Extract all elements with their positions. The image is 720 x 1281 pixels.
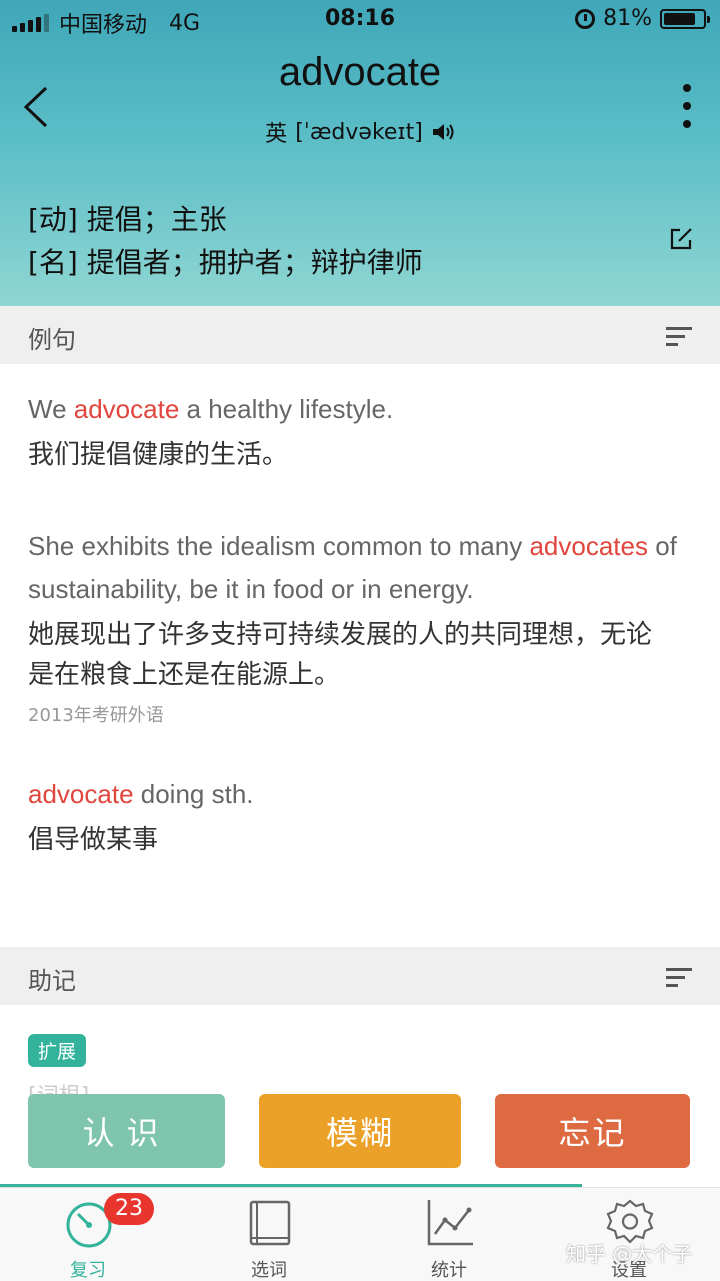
fuzzy-button[interactable]: 模糊 [259, 1094, 461, 1168]
phonetic-region: 英 [265, 122, 288, 147]
extension-tag[interactable]: 扩展 [28, 1034, 87, 1067]
more-dot [683, 120, 691, 128]
phonetic-text: [ˈædvəkeɪt] [295, 119, 423, 145]
review-count-badge: 23 [104, 1193, 154, 1225]
definition-verb: [动] 提倡；主张 [28, 203, 227, 236]
book-icon [249, 1200, 291, 1246]
example-item: We advocate a healthy lifestyle. 我们提倡健康的… [28, 388, 692, 475]
know-button[interactable]: 认识 [28, 1094, 225, 1168]
example-item: She exhibits the idealism common to many… [28, 525, 692, 727]
tab-stats[interactable]: 统计 [389, 1188, 509, 1281]
example-text: doing sth. [133, 779, 254, 809]
tab-label: 统计 [431, 1260, 467, 1281]
stats-chart-icon [427, 1200, 473, 1246]
word-title: advocate [278, 50, 442, 94]
examples-section-header: 例句 [0, 306, 720, 364]
battery-icon [660, 8, 710, 29]
example-english: We advocate a healthy lifestyle. [28, 388, 692, 431]
tab-settings[interactable]: 设置 [569, 1188, 689, 1281]
battery-fill [664, 12, 695, 25]
word-header: 中国移动 4G 08:16 81% advocate 英 [ˈædvəkeɪt]… [0, 0, 720, 306]
mnemonic-section-header: 助记 [0, 947, 720, 1005]
tab-label: 复习 [70, 1260, 106, 1281]
tab-label: 选词 [251, 1260, 287, 1281]
status-right: 81% [575, 6, 710, 31]
forget-button[interactable]: 忘记 [495, 1094, 690, 1168]
example-highlight: advocates [529, 531, 648, 561]
sort-icon[interactable] [666, 326, 692, 346]
example-text: She exhibits the idealism common to many [28, 531, 530, 561]
phonetic-row: 英 [ˈædvəkeɪt] [0, 116, 720, 148]
alarm-icon [575, 8, 596, 29]
edit-icon[interactable] [668, 226, 694, 252]
example-item: advocate doing sth. 倡导做某事 [28, 773, 692, 860]
tab-select-words[interactable]: 选词 [209, 1188, 329, 1281]
more-vertical-icon [683, 84, 691, 92]
example-text: a healthy lifestyle. [179, 394, 394, 424]
more-dot [683, 102, 691, 110]
sort-icon[interactable] [666, 967, 692, 987]
definition-noun: [名] 提倡者；拥护者；辩护律师 [28, 246, 423, 279]
speaker-icon[interactable] [431, 121, 455, 143]
examples-title: 例句 [28, 326, 76, 354]
definitions: [动] 提倡；主张 [名] 提倡者；拥护者；辩护律师 [28, 198, 423, 284]
more-options-button[interactable] [680, 84, 694, 128]
example-english: advocate doing sth. [28, 773, 692, 816]
watermark: 知乎 @大个子 [566, 1242, 693, 1266]
example-highlight: advocate [28, 779, 134, 809]
example-source: 2013年考研外语 [28, 705, 164, 726]
battery-percent: 81% [603, 6, 652, 31]
example-highlight: advocate [73, 394, 180, 424]
examples-list: We advocate a healthy lifestyle. 我们提倡健康的… [28, 388, 692, 860]
example-chinese: 她展现出了许多支持可持续发展的人的共同理想，无论是在粮食上还是在能源上。 [28, 620, 653, 690]
example-chinese: 倡导做某事 [28, 825, 159, 855]
status-bar: 中国移动 4G 08:16 81% [0, 0, 720, 40]
mnemonic-title: 助记 [28, 967, 76, 995]
example-text: We [28, 394, 74, 424]
example-chinese: 我们提倡健康的生活。 [28, 440, 289, 470]
example-english: She exhibits the idealism common to many… [28, 525, 692, 611]
